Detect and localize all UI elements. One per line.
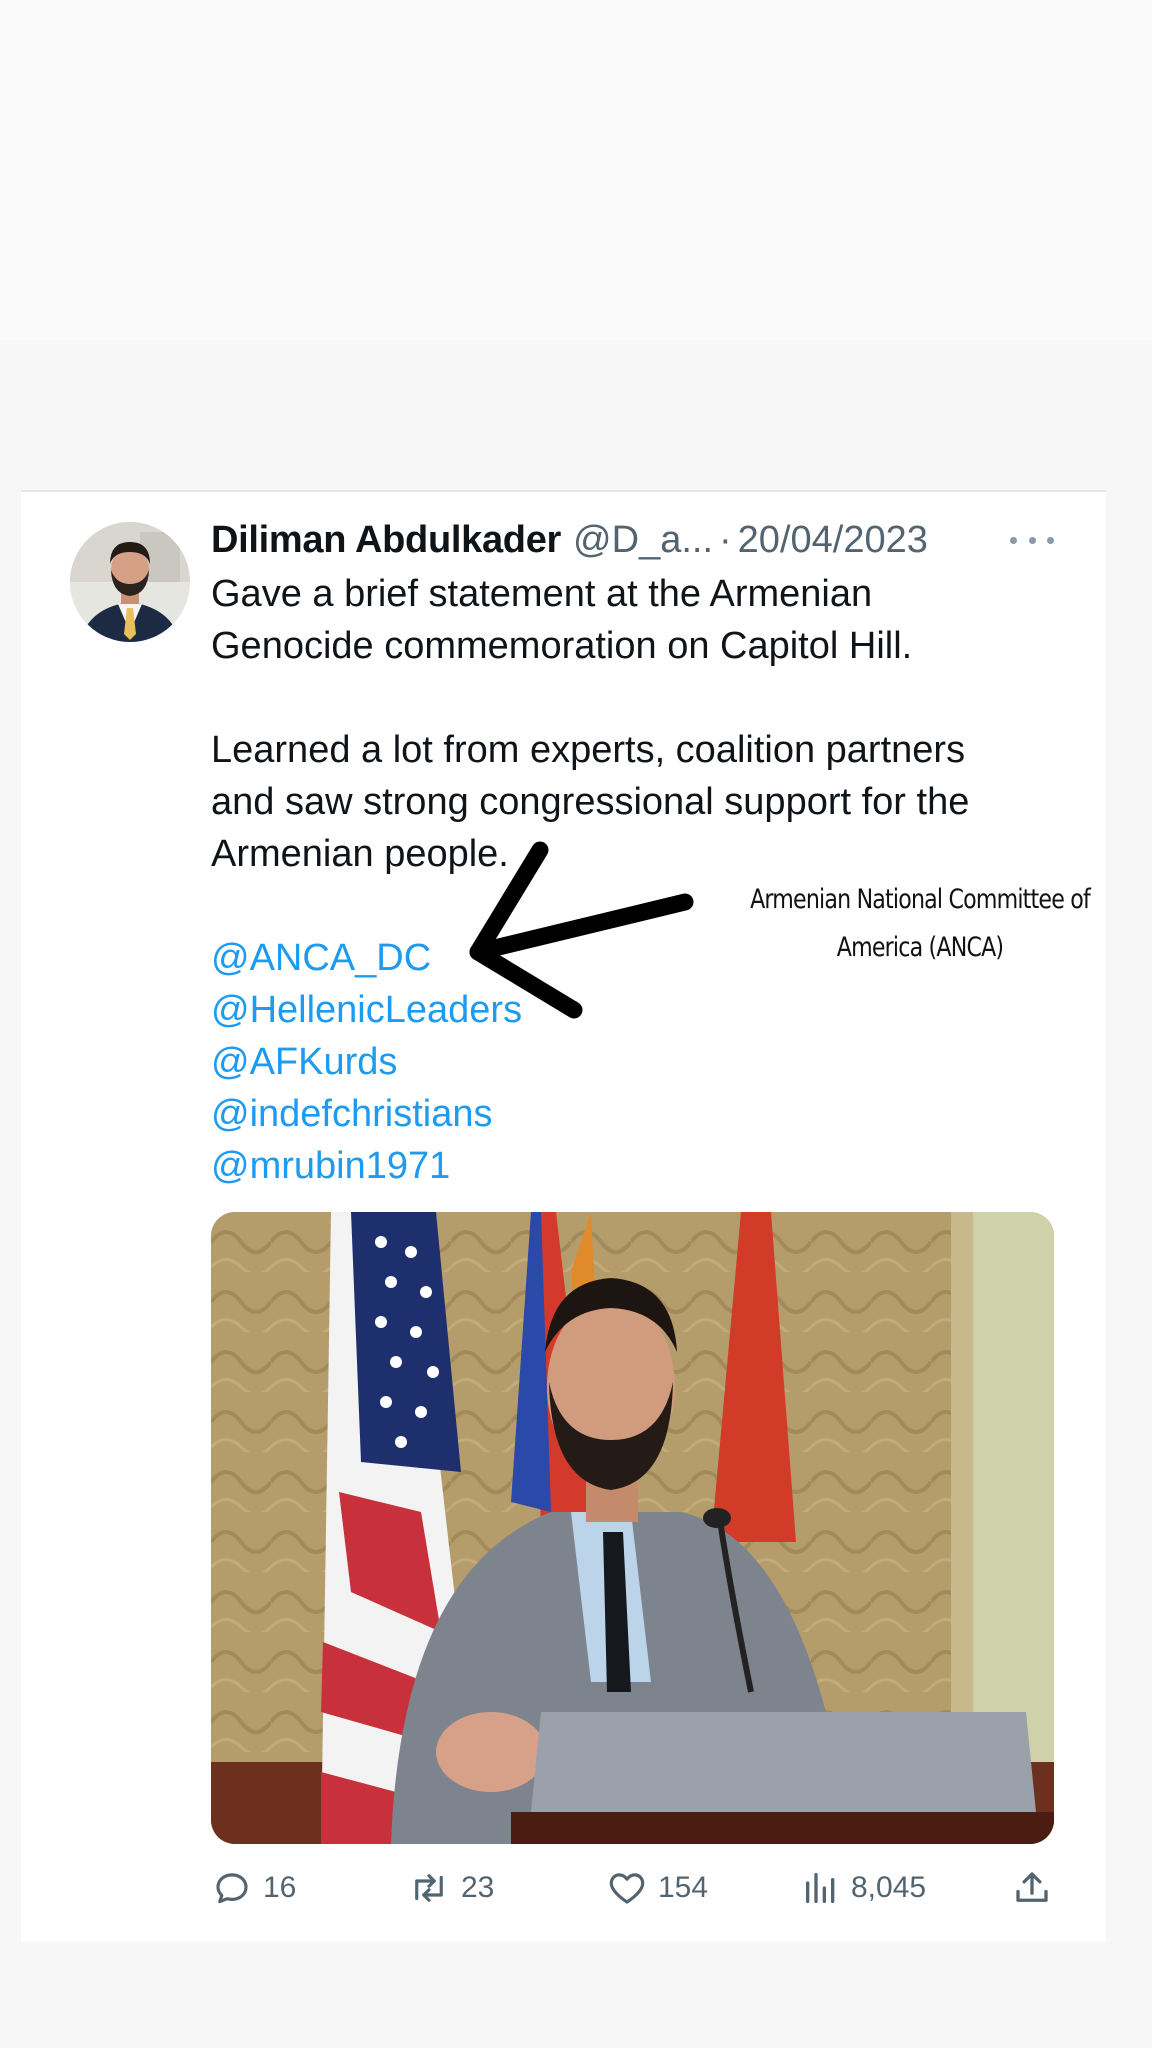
reply-icon [216, 1873, 248, 1904]
reply-button[interactable]: 16 [211, 1862, 296, 1914]
author-name[interactable]: Diliman Abdulkader [211, 519, 561, 562]
separator-dot: · [719, 518, 732, 561]
retweet-button[interactable]: 23 [407, 1862, 494, 1914]
more-dot [1028, 536, 1036, 544]
annotation-label: Armenian National Committee of America (… [740, 876, 1101, 972]
annotation-line: America (ANCA) [836, 932, 1004, 963]
author-handle[interactable]: @D_a... [573, 519, 713, 562]
tweet-text-line: Genocide commemoration on Capitol Hill. [211, 625, 913, 667]
reply-count: 16 [263, 1871, 297, 1904]
share-icon [1016, 1872, 1048, 1902]
mention-link[interactable]: @indefchristians [211, 1088, 522, 1140]
tweet-photo[interactable] [211, 1212, 1054, 1844]
speaker-photo-image [211, 1212, 1054, 1844]
author-avatar[interactable] [70, 522, 190, 642]
heart-icon [609, 1873, 645, 1904]
annotation-line: Armenian National Committee of [750, 884, 1091, 915]
more-dot [1010, 536, 1017, 544]
tweet-header: Diliman Abdulkader @D_a... · 20/04/2023 [211, 512, 1071, 568]
retweet-count: 23 [461, 1871, 495, 1904]
tweet-actions: 16 23 154 8,045 [211, 1862, 1061, 1914]
views-icon [806, 1873, 835, 1903]
views-button[interactable]: 8,045 [801, 1862, 926, 1914]
tweet-text-line: and saw strong congressional support for… [211, 781, 970, 823]
like-count: 154 [658, 1871, 709, 1904]
views-count: 8,045 [851, 1871, 927, 1904]
mention-link[interactable]: @AFKurds [211, 1036, 522, 1088]
tweet-text-line: Gave a brief statement at the Armenian [211, 573, 873, 615]
tweet-text-line: Learned a lot from experts, coalition pa… [211, 729, 966, 771]
tweet-date[interactable]: 20/04/2023 [738, 519, 928, 562]
more-dot [1047, 536, 1054, 544]
more-options-icon[interactable] [1010, 526, 1054, 554]
tweet-body: Gave a brief statement at the Armenian G… [211, 568, 1071, 880]
blank-top-area [0, 0, 1152, 340]
annotation-arrow-icon [469, 841, 694, 1019]
like-button[interactable]: 154 [606, 1862, 708, 1914]
mention-link[interactable]: @mrubin1971 [211, 1140, 522, 1192]
retweet-icon [415, 1874, 443, 1902]
share-button[interactable] [1011, 1862, 1053, 1914]
